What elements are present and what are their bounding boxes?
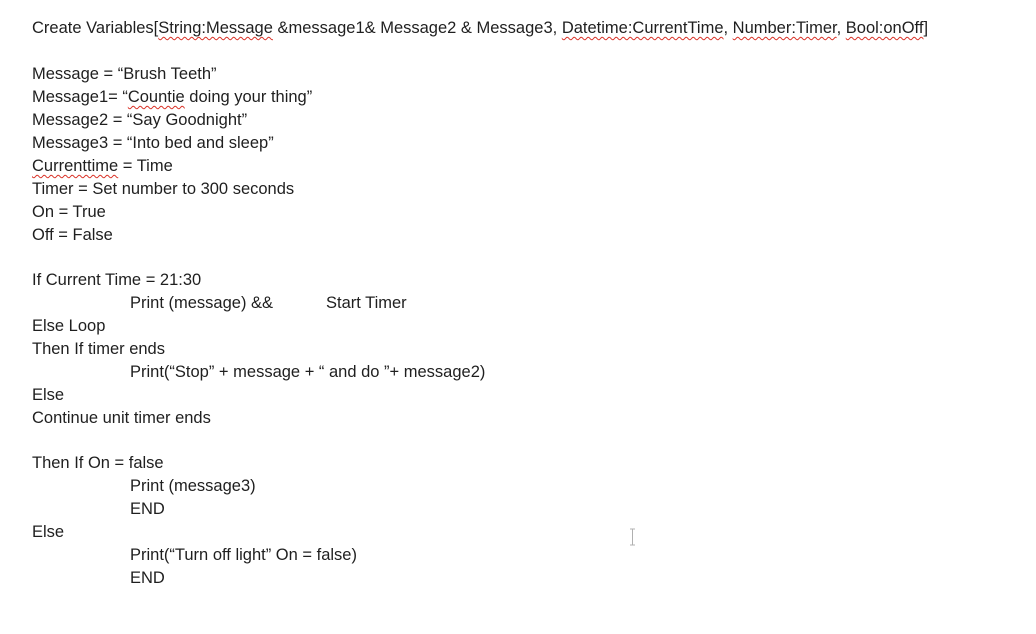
continue-until-line: Continue unit timer ends xyxy=(32,409,211,427)
message3-assignment-line: Message3 = “Into bed and sleep” xyxy=(32,134,274,152)
if-current-time-line: If Current Time = 21:30 xyxy=(32,271,202,289)
message2-assignment-line: Message2 = “Say Goodnight” xyxy=(32,111,248,129)
document-page: Create Variables[String:Message &message… xyxy=(0,0,1036,634)
spellcheck-word[interactable]: Number:Timer xyxy=(733,19,837,37)
text-segment: &message1& Message2 & Message3, xyxy=(272,19,562,37)
text-segment: , xyxy=(723,19,733,37)
i-beam-cursor-icon xyxy=(630,528,635,546)
timer-assignment-line: Timer = Set number to 300 seconds xyxy=(32,180,295,198)
on-assignment-line: On = True xyxy=(32,203,106,221)
else-loop-line: Else Loop xyxy=(32,317,106,335)
text-segment: ] xyxy=(923,19,929,37)
spellcheck-word[interactable]: String:Message xyxy=(158,19,273,37)
print-message-line: Print (message) && xyxy=(130,294,274,312)
variables-declaration-line: Create Variables[String:Message &message… xyxy=(32,18,928,38)
text-segment: doing your thing” xyxy=(184,88,313,106)
print-message3-line: Print (message3) xyxy=(130,477,256,495)
message-assignment-line: Message = “Brush Teeth” xyxy=(32,65,217,83)
print-turn-off-line: Print(“Turn off light” On = false) xyxy=(130,546,357,564)
text-segment: = Time xyxy=(118,157,173,175)
spellcheck-word[interactable]: Bool:onOff xyxy=(846,19,924,37)
end-line-2: END xyxy=(130,569,165,587)
currenttime-assignment-line: Currenttime = Time xyxy=(32,156,173,176)
text-segment: Create Variables[ xyxy=(32,19,159,37)
start-timer-text: Start Timer xyxy=(326,294,407,312)
then-if-on-line: Then If On = false xyxy=(32,454,164,472)
text-segment: , xyxy=(836,19,846,37)
spellcheck-word[interactable]: Datetime:CurrentTime xyxy=(562,19,724,37)
then-if-timer-line: Then If timer ends xyxy=(32,340,165,358)
message1-assignment-line: Message1= “Countie doing your thing” xyxy=(32,87,312,107)
else-line-1: Else xyxy=(32,386,65,404)
text-segment: Message1= “ xyxy=(32,88,128,106)
end-line-1: END xyxy=(130,500,165,518)
else-line-2: Else xyxy=(32,523,65,541)
off-assignment-line: Off = False xyxy=(32,226,113,244)
spellcheck-word[interactable]: Currenttime xyxy=(32,157,118,175)
spellcheck-word[interactable]: Countie xyxy=(128,88,185,106)
print-stop-line: Print(“Stop” + message + “ and do ”+ mes… xyxy=(130,363,486,381)
